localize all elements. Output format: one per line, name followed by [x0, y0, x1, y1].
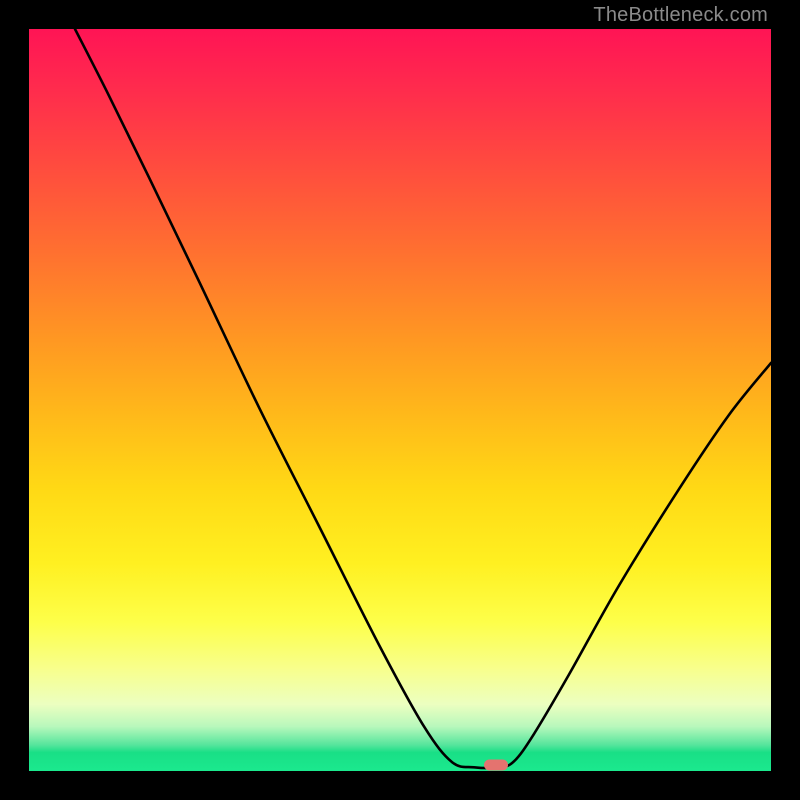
watermark-text: TheBottleneck.com	[593, 4, 768, 27]
optimal-marker	[484, 760, 508, 771]
chart-frame: TheBottleneck.com	[0, 0, 800, 800]
plot-area	[29, 29, 771, 771]
bottleneck-curve	[29, 29, 771, 771]
